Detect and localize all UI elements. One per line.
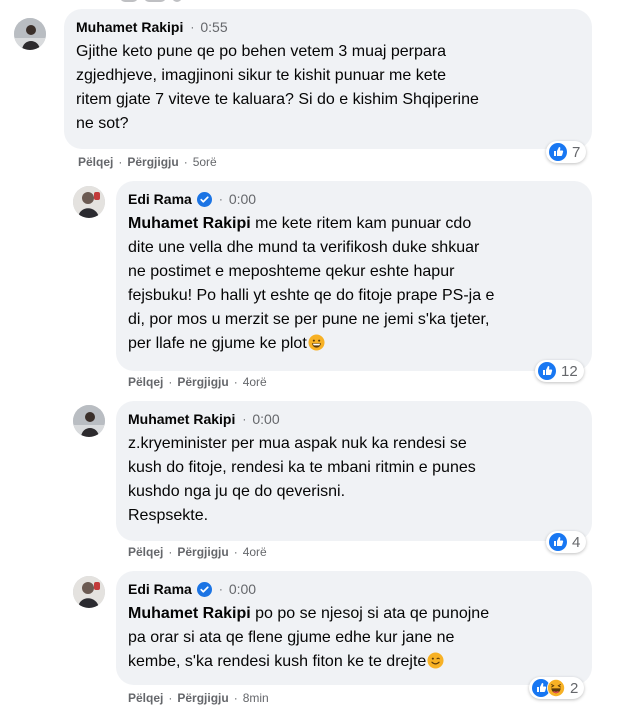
reaction-count: 7 (572, 143, 581, 161)
like-reaction-icon (549, 533, 567, 551)
comment-text: z.kryeminister per mua aspak nuk ka rend… (128, 435, 476, 524)
avatar[interactable] (73, 186, 105, 218)
reaction-summary[interactable]: 7 (546, 141, 587, 163)
comment-age[interactable]: 5orë (193, 155, 217, 169)
comment-bubble: Edi Rama · 0:00 Muhamet Rakipi po po se … (116, 571, 592, 685)
comment-age[interactable]: 8min (243, 691, 269, 705)
separator-dot: · (190, 20, 195, 34)
comment-timestamp[interactable]: 0:55 (200, 18, 227, 36)
comment-author[interactable]: Edi Rama (128, 580, 192, 598)
separator-dot: · (218, 582, 223, 596)
like-button[interactable]: Pëlqej (128, 545, 163, 559)
comment-timestamp[interactable]: 0:00 (252, 410, 279, 428)
avatar[interactable] (14, 18, 46, 50)
comment-text: Muhamet Rakipi po po se njesoj si ata qe… (128, 605, 490, 670)
mention-link[interactable]: Muhamet Rakipi (128, 605, 251, 622)
comment-timestamp[interactable]: 0:00 (229, 580, 256, 598)
grinning-emoji-icon (308, 334, 325, 351)
comment-bubble: Muhamet Rakipi · 0:00 z.kryeminister per… (116, 401, 592, 541)
comment-bubble: Muhamet Rakipi · 0:55 Gjithe keto pune q… (64, 9, 592, 149)
reaction-summary[interactable]: 4 (546, 531, 587, 553)
reaction-summary[interactable]: 12 (535, 360, 584, 382)
comment-actions: Pëlqej · Përgjigju · 4orë (128, 545, 267, 559)
like-reaction-icon (538, 362, 556, 380)
comment-age[interactable]: 4orë (243, 545, 267, 559)
reply-button[interactable]: Përgjigju (127, 155, 178, 169)
verified-badge-icon (196, 191, 212, 207)
comment-timestamp[interactable]: 0:00 (229, 190, 256, 208)
reaction-count: 12 (561, 362, 578, 380)
reply-button[interactable]: Përgjigju (177, 545, 228, 559)
avatar[interactable] (73, 405, 105, 437)
mention-link[interactable]: Muhamet Rakipi (128, 215, 251, 232)
verified-badge-icon (196, 581, 212, 597)
separator-dot: · (218, 192, 223, 206)
comment-actions: Pëlqej · Përgjigju · 4orë (128, 375, 267, 389)
reaction-summary[interactable]: 2 (529, 677, 585, 699)
comment-author[interactable]: Muhamet Rakipi (76, 18, 183, 36)
comment-author[interactable]: Muhamet Rakipi (128, 410, 235, 428)
avatar[interactable] (73, 576, 105, 608)
previous-comment-fragment (0, 0, 640, 4)
like-button[interactable]: Pëlqej (128, 375, 163, 389)
comment-text: Gjithe keto pune qe po behen vetem 3 mua… (76, 43, 479, 132)
reaction-count: 4 (572, 533, 581, 551)
reply-button[interactable]: Përgjigju (177, 691, 228, 705)
reply-button[interactable]: Përgjigju (177, 375, 228, 389)
comment-actions: Pëlqej · Përgjigju · 5orë (78, 155, 217, 169)
comment-age[interactable]: 4orë (243, 375, 267, 389)
comment-actions: Pëlqej · Përgjigju · 8min (128, 691, 269, 705)
comment-author[interactable]: Edi Rama (128, 190, 192, 208)
like-reaction-icon (549, 143, 567, 161)
like-button[interactable]: Pëlqej (78, 155, 113, 169)
like-button[interactable]: Pëlqej (128, 691, 163, 705)
separator-dot: · (242, 412, 247, 426)
winking-emoji-icon (427, 652, 444, 669)
reaction-count: 2 (570, 679, 579, 697)
comment-text: Muhamet Rakipi me kete ritem kam punuar … (128, 215, 495, 352)
comment-bubble: Edi Rama · 0:00 Muhamet Rakipi me kete r… (116, 181, 592, 371)
haha-reaction-icon (546, 678, 566, 698)
